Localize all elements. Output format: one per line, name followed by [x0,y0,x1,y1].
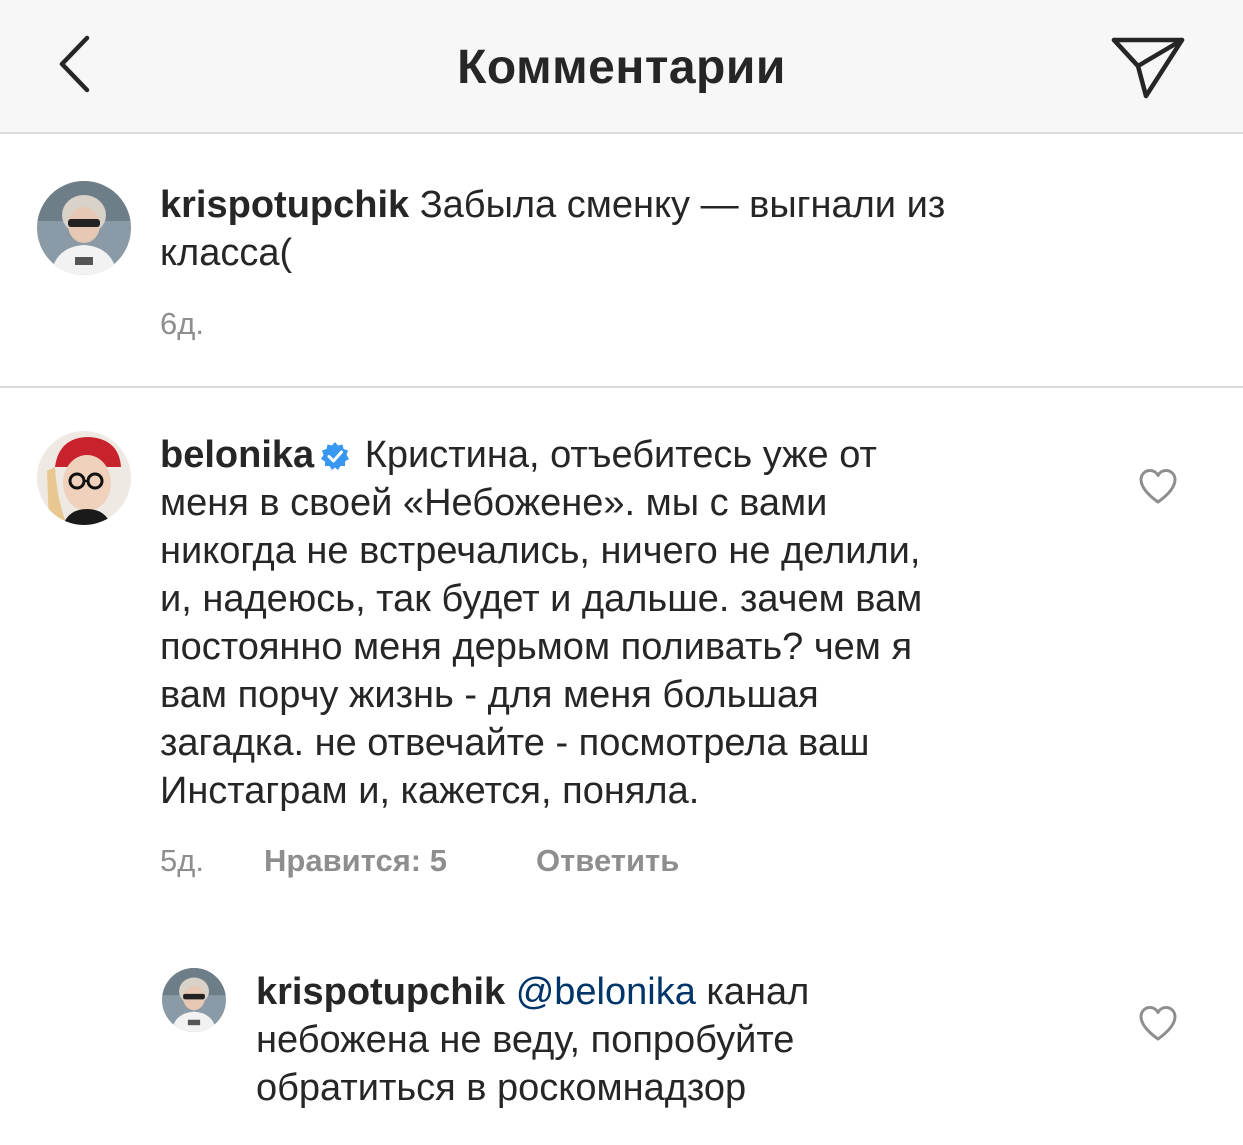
avatar[interactable] [37,431,131,525]
caption-timestamp: 6д. [160,306,204,341]
verified-badge-icon [321,442,350,470]
reply-label: Ответить [536,843,680,878]
comment-timestamp: 5д. [160,843,204,878]
avatar[interactable] [37,181,131,275]
header-bar: Комментарии [0,0,1243,134]
mention-link[interactable]: @belonika [516,971,696,1013]
likes-count-button[interactable]: Нравится: 5 [264,843,447,879]
divider [0,386,1243,388]
reply-text-line2: небожена не веду, попробуйте [256,1019,795,1061]
comment-text-line: Инстаграм и, кажется, поняла. [160,770,700,812]
comment-text-line: и, надеюсь, так будет и дальше. зачем ва… [160,578,923,620]
paper-plane-icon [1111,37,1185,99]
comment-text-line: вам порчу жизнь - для меня большая [160,674,819,716]
reply-text-line1: канал [695,971,810,1013]
comment-text-line: загадка. не отвечайте - посмотрела ваш [160,722,870,764]
caption-text: krispotupchik Забыла сменку — выгнали из… [160,181,1100,277]
comment-text-line: никогда не встречались, ничего не делили… [160,530,921,572]
comment-text: belonika Кристина, отъебитесь уже от мен… [160,431,1120,815]
comment-text-line: меня в своей «Небожене». мы с вами [160,482,828,524]
page-title: Комментарии [457,41,786,94]
likes-count: Нравится: 5 [264,843,447,878]
reply-button[interactable]: Ответить [536,843,679,879]
comment-text-line: постоянно меня дерьмом поливать? чем я [160,626,913,668]
heart-icon[interactable] [1138,1004,1178,1044]
caption-text-line1: Забыла сменку — выгнали из [419,184,946,226]
comment-text-line: Кристина, отъебитесь уже от [364,434,877,476]
heart-icon[interactable] [1138,467,1178,507]
reply-username[interactable]: krispotupchik [256,971,505,1013]
reply-text: krispotupchik @belonika канал небожена н… [256,968,1116,1112]
reply-text-line3: обратиться в роскомнадзор [256,1067,747,1109]
caption-username[interactable]: krispotupchik [160,184,409,226]
comment-username[interactable]: belonika [160,434,314,476]
avatar[interactable] [162,968,226,1032]
share-button[interactable] [1102,26,1194,106]
caption-text-line2: класса( [160,232,293,274]
